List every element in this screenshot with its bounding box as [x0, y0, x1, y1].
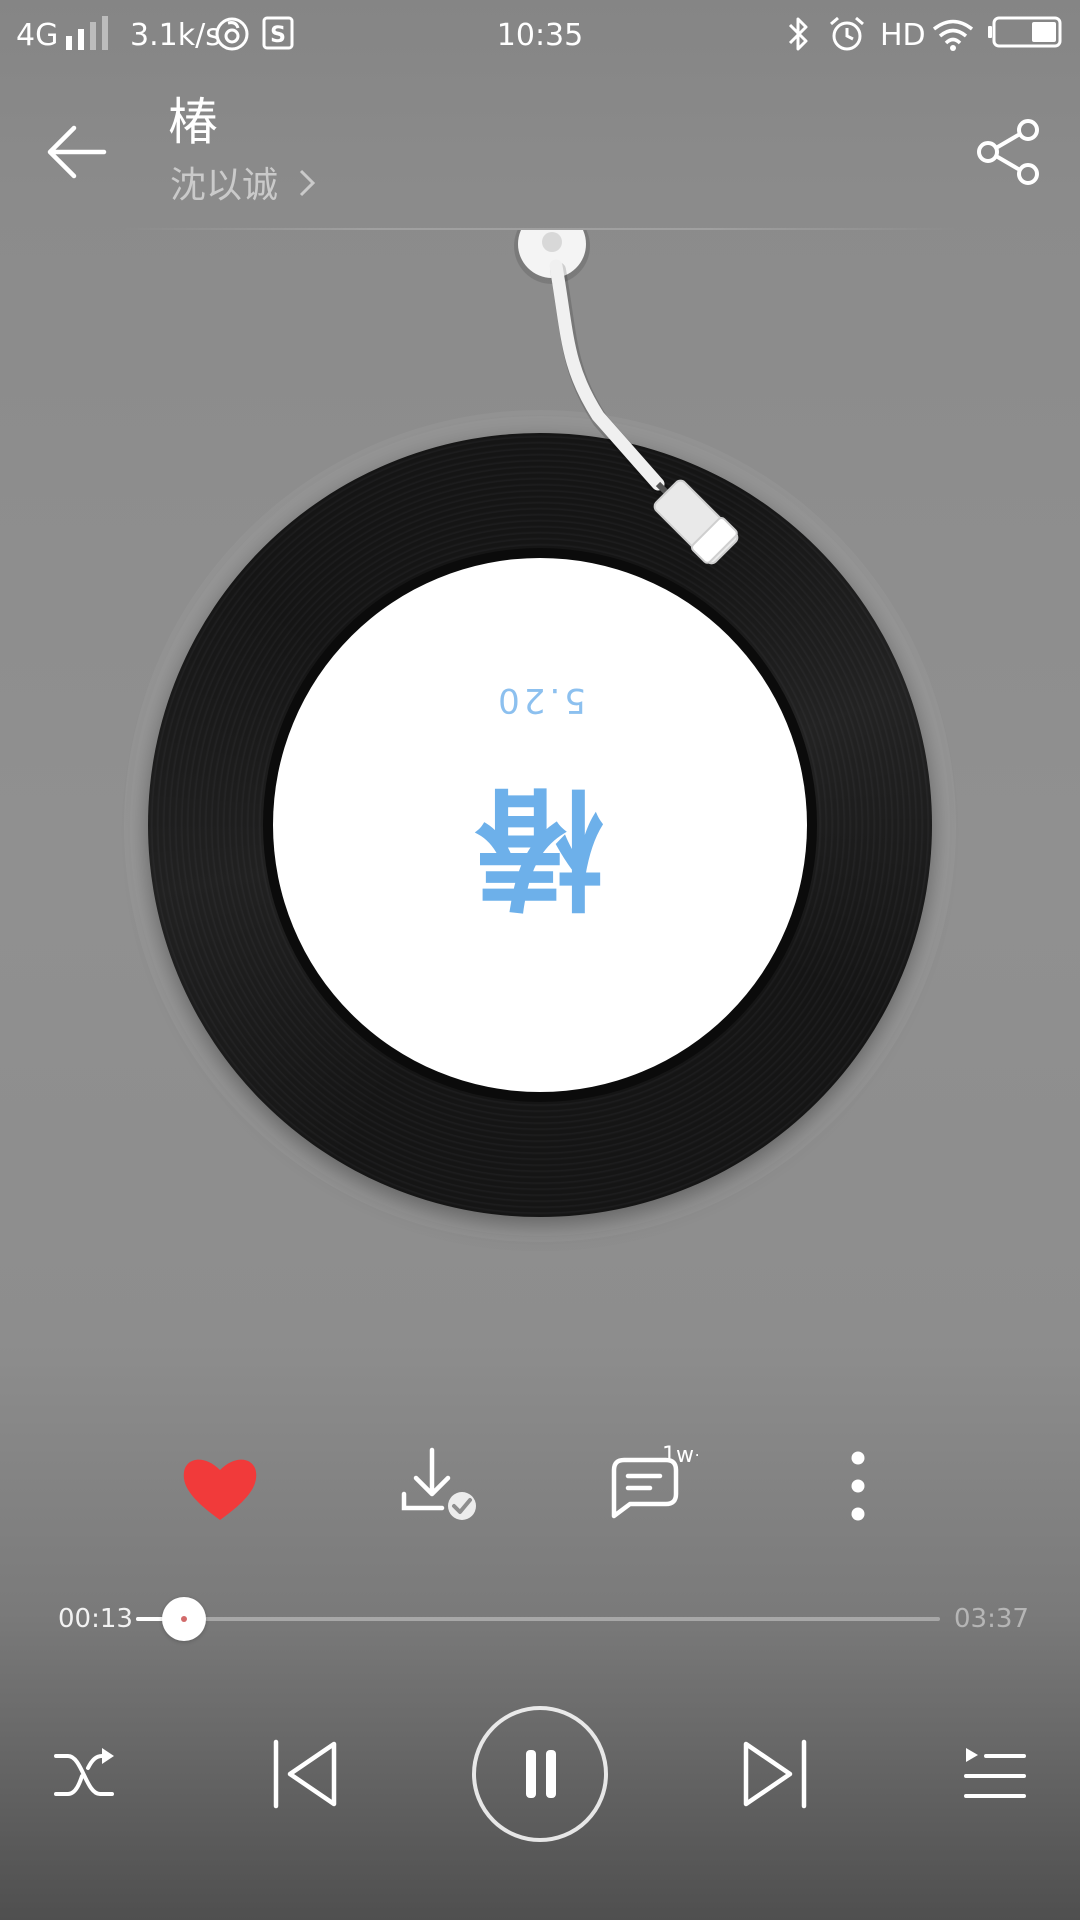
pause-icon — [472, 1706, 608, 1842]
more-button[interactable] — [810, 1442, 906, 1532]
comment-badge: 1w+ — [662, 1443, 698, 1468]
album-label-content: 椿 5.20 — [273, 558, 807, 1092]
back-arrow-icon — [47, 125, 107, 179]
artist-link[interactable]: 沈以诚 — [170, 162, 317, 211]
share-icon — [977, 119, 1039, 185]
battery-icon — [988, 16, 1064, 56]
album-label-date: 5.20 — [494, 680, 586, 720]
share-button[interactable] — [972, 116, 1044, 188]
disc-area: 椿 5.20 — [0, 208, 1080, 1236]
comment-button[interactable]: 1w+ — [602, 1442, 712, 1532]
back-button[interactable] — [44, 112, 124, 192]
album-label: 椿 5.20 — [273, 558, 807, 1092]
song-actions: 1w+ — [0, 1442, 1080, 1532]
tonearm — [490, 208, 790, 610]
heart-icon — [183, 1459, 257, 1520]
playlist-button[interactable] — [962, 1742, 1028, 1808]
playlist-icon — [964, 1748, 1026, 1798]
song-title: 椿 — [168, 93, 218, 151]
album-label-title: 椿 — [475, 771, 606, 923]
player-controls — [0, 1700, 1080, 1848]
pause-button[interactable] — [470, 1704, 610, 1844]
more-vertical-icon — [851, 1451, 865, 1521]
shuffle-button[interactable] — [52, 1742, 118, 1808]
progress-thumb[interactable] — [162, 1597, 207, 1641]
status-bar: 4G 3.1k/s S 10:35 HD — [0, 0, 1080, 72]
previous-button[interactable] — [270, 1738, 342, 1810]
hd-indicator: HD — [880, 18, 926, 53]
progress-track[interactable] — [136, 1597, 940, 1641]
comment-icon: 1w+ — [611, 1443, 712, 1519]
next-icon — [743, 1739, 807, 1809]
artist-name: 沈以诚 — [170, 165, 279, 206]
shuffle-icon — [54, 1748, 114, 1796]
alarm-icon — [828, 16, 866, 56]
download-done-icon — [401, 1447, 476, 1520]
wifi-icon — [930, 16, 976, 56]
next-button[interactable] — [738, 1738, 810, 1810]
elapsed-time: 00:13 — [58, 1604, 133, 1634]
previous-icon — [273, 1739, 337, 1809]
download-button[interactable] — [390, 1442, 486, 1532]
bluetooth-icon — [784, 16, 812, 56]
progress-row: 00:13 03:37 — [0, 1597, 1080, 1641]
player-header: 椿 沈以诚 — [0, 72, 1080, 232]
total-time: 03:37 — [954, 1604, 1029, 1634]
chevron-right-icon — [297, 163, 317, 211]
like-button[interactable] — [172, 1442, 268, 1532]
